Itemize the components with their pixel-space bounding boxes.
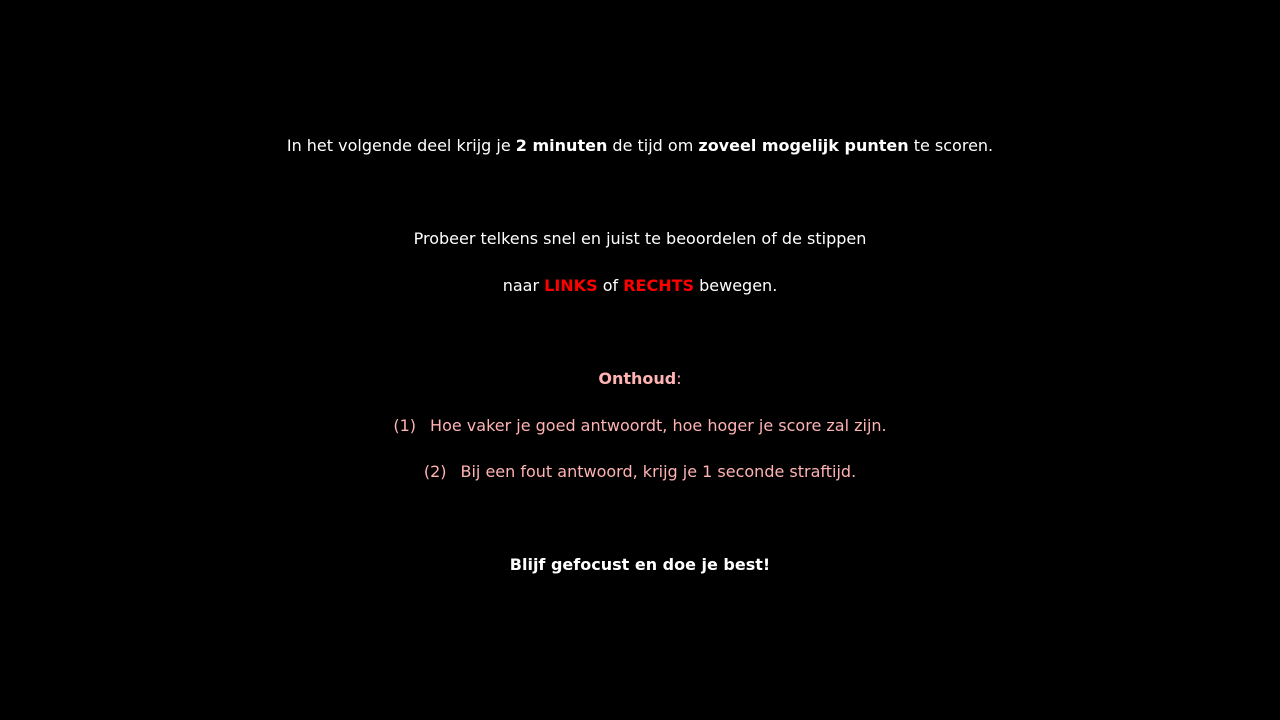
left-keyword: LINKS bbox=[544, 276, 598, 295]
intro-line: In het volgende deel krijg je 2 minuten … bbox=[0, 129, 1280, 163]
instruction-line-1: Probeer telkens snel en juist te beoorde… bbox=[413, 229, 867, 248]
goal-text: zoveel mogelijk punten bbox=[698, 136, 909, 155]
reminder-colon: : bbox=[676, 369, 682, 388]
reminder-item-2: (2) Bij een fout antwoord, krijg je 1 sec… bbox=[0, 455, 1280, 489]
instruction-text-1: naar bbox=[502, 276, 545, 295]
instruction-text-2: of bbox=[597, 276, 624, 295]
intro-text-2: de tijd om bbox=[607, 136, 699, 155]
intro-text-3: te scoren. bbox=[908, 136, 994, 155]
reminder-heading: Onthoud: bbox=[0, 362, 1280, 396]
intro-text-1: In het volgende deel krijg je bbox=[286, 136, 516, 155]
duration-text: 2 minuten bbox=[515, 136, 608, 155]
closing-line: Blijf gefocust en doe je best! bbox=[509, 555, 771, 574]
reminder-item-1: (1) Hoe vaker je goed antwoordt, hoe hoge… bbox=[0, 409, 1280, 443]
reminder-item-number: (2) bbox=[423, 462, 447, 481]
instruction-line-2: naar LINKS of RECHTS bewegen. bbox=[0, 269, 1280, 303]
reminder-item-text: Bij een fout antwoord, krijg je 1 second… bbox=[460, 462, 857, 481]
instruction-text-3: bewegen. bbox=[694, 276, 778, 295]
right-keyword: RECHTS bbox=[623, 276, 695, 295]
reminder-heading-text: Onthoud bbox=[598, 369, 677, 388]
reminder-item-text: Hoe vaker je goed antwoordt, hoe hoger j… bbox=[430, 416, 887, 435]
instruction-screen: In het volgende deel krijg je 2 minuten … bbox=[0, 0, 1280, 720]
reminder-item-number: (1) bbox=[393, 416, 417, 435]
